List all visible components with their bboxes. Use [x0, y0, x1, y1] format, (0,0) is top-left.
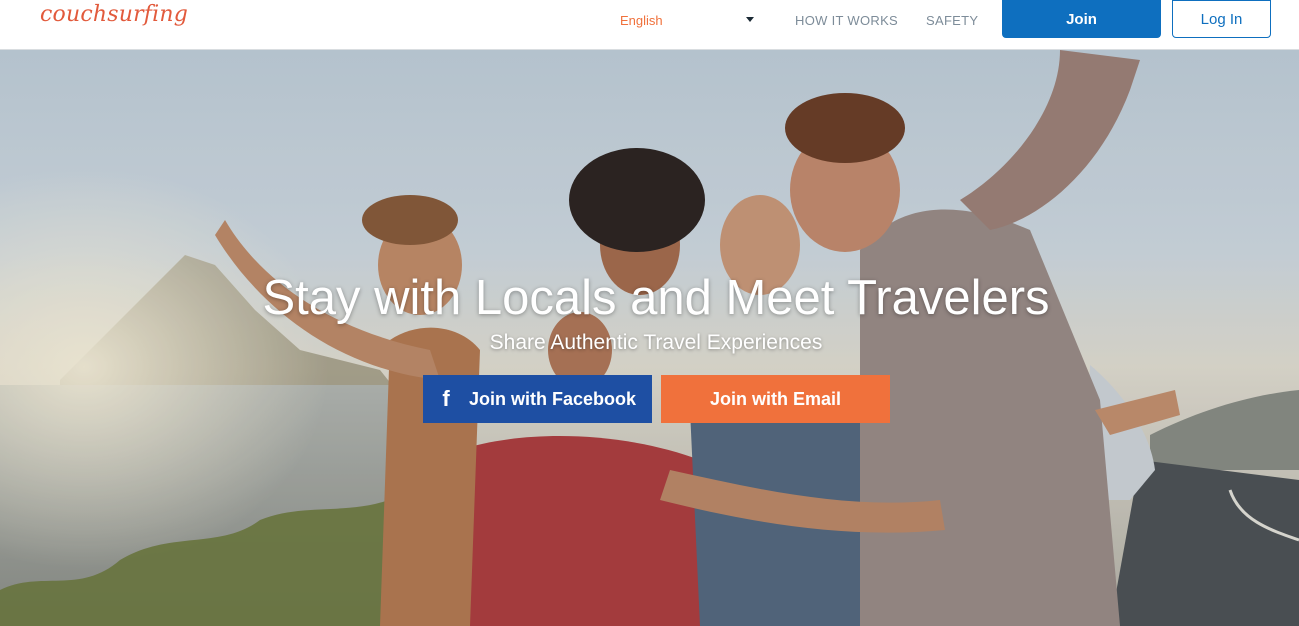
- join-with-facebook-label: Join with Facebook: [469, 388, 637, 409]
- join-button[interactable]: Join: [1002, 0, 1161, 38]
- join-with-email-button[interactable]: Join with Email: [661, 375, 890, 423]
- caret-down-icon: [746, 17, 754, 22]
- top-navigation-bar: couchsurfing English HOW IT WORKS SAFETY…: [0, 0, 1299, 50]
- couchsurfing-logo[interactable]: couchsurfing: [40, 2, 188, 27]
- nav-safety-link[interactable]: SAFETY: [926, 0, 978, 40]
- nav-how-it-works-link[interactable]: HOW IT WORKS: [795, 0, 898, 40]
- hero-section: Stay with Locals and Meet Travelers Shar…: [0, 50, 1299, 626]
- facebook-icon: f: [442, 386, 450, 411]
- hero-headline: Stay with Locals and Meet Travelers: [262, 271, 1050, 325]
- join-with-facebook-button[interactable]: f Join with Facebook: [423, 375, 652, 423]
- language-selector[interactable]: English: [620, 0, 760, 40]
- login-button[interactable]: Log In: [1172, 0, 1271, 38]
- language-selector-label: English: [620, 12, 663, 28]
- hero-subheadline: Share Authentic Travel Experiences: [489, 331, 823, 354]
